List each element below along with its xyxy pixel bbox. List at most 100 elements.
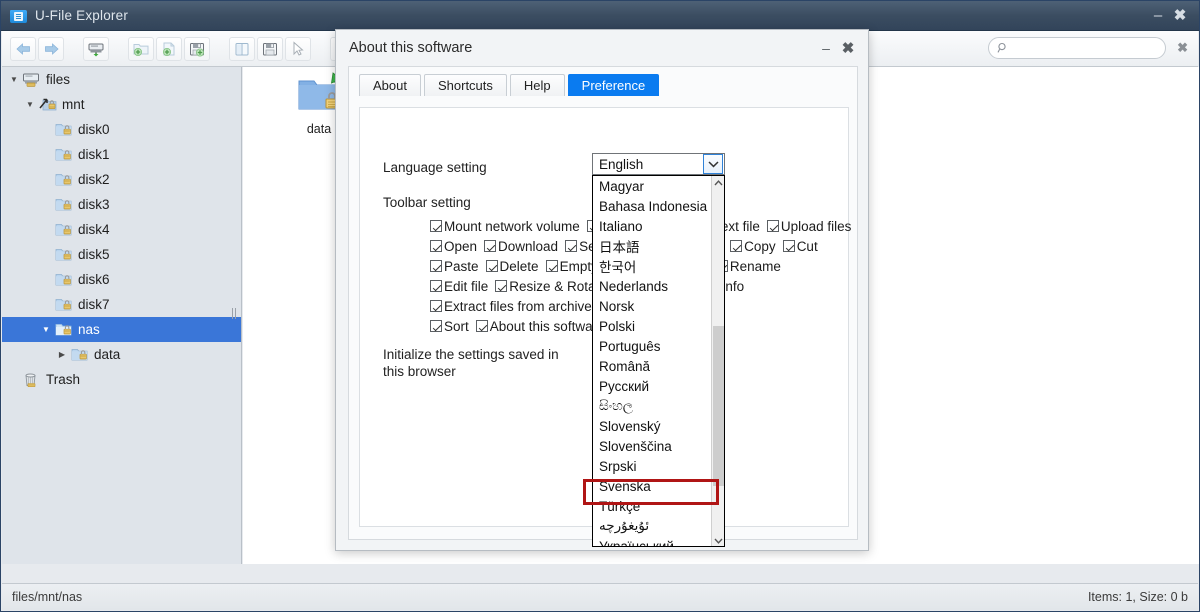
twisty-right-icon[interactable]: ▶ — [54, 350, 70, 359]
tree-item-mnt[interactable]: ▼ mnt — [2, 92, 241, 117]
language-option[interactable]: Slovenský — [593, 416, 713, 436]
language-option[interactable]: Nederlands — [593, 276, 713, 296]
checkbox-copy[interactable]: Copy — [730, 239, 776, 254]
checkbox-box[interactable] — [782, 240, 795, 252]
chevron-down-icon[interactable] — [712, 534, 724, 546]
checkbox-box[interactable] — [430, 280, 442, 292]
tree-item-disk6[interactable]: disk6 — [2, 267, 241, 292]
language-option[interactable]: Український — [593, 536, 713, 547]
back-button[interactable] — [10, 36, 36, 61]
checkbox-sort[interactable]: Sort — [430, 319, 469, 334]
language-option[interactable]: Srpski — [593, 456, 713, 476]
tab-label: Preference — [581, 78, 646, 93]
checkbox-box[interactable] — [730, 240, 743, 252]
checkbox-box[interactable] — [484, 240, 497, 252]
mount-network-volume-button[interactable] — [83, 36, 109, 61]
tab-preference[interactable]: Preference — [567, 74, 660, 96]
language-option[interactable]: Svenska — [593, 476, 713, 496]
window-minimize-button[interactable]: – — [1147, 5, 1169, 27]
checkbox-box[interactable] — [430, 220, 442, 232]
download-button[interactable] — [257, 36, 283, 61]
checkbox-rename[interactable]: Rename — [715, 259, 781, 274]
tab-label: Help — [523, 78, 551, 93]
twisty-down-icon[interactable]: ▼ — [38, 325, 54, 334]
upload-files-button[interactable] — [184, 36, 210, 61]
language-option[interactable]: Norsk — [593, 296, 713, 316]
checkbox-box[interactable] — [565, 240, 578, 252]
dialog-minimize-button[interactable]: – — [815, 37, 837, 59]
twisty-none — [38, 275, 54, 284]
tree-item-data[interactable]: ▶ data — [2, 342, 241, 367]
tree-item-disk1[interactable]: disk1 — [2, 142, 241, 167]
checkbox-box[interactable] — [475, 320, 488, 332]
twisty-down-icon[interactable]: ▼ — [6, 75, 22, 84]
language-option[interactable]: Italiano — [593, 216, 713, 236]
checkbox-cut[interactable]: Cut — [782, 239, 818, 254]
checkbox-about-this-software[interactable]: About this software — [475, 319, 605, 334]
language-option[interactable]: Magyar — [593, 176, 713, 196]
tree-item-files[interactable]: ▼ files — [2, 67, 241, 92]
tree-item-disk2[interactable]: disk2 — [2, 167, 241, 192]
checkbox-box[interactable] — [430, 300, 442, 312]
language-option[interactable]: 한국어 — [593, 256, 713, 276]
language-option[interactable]: Bahasa Indonesia — [593, 196, 713, 216]
language-option[interactable]: 日本語 — [593, 236, 713, 256]
chevron-up-icon[interactable] — [712, 176, 724, 190]
new-file-icon — [163, 42, 175, 56]
checkbox-box[interactable] — [430, 320, 442, 332]
checkbox-box[interactable] — [430, 260, 442, 272]
checkbox-box[interactable] — [495, 280, 508, 292]
checkbox-extract-files-from-archive[interactable]: Extract files from archive — [430, 299, 592, 314]
tree-item-disk0[interactable]: disk0 — [2, 117, 241, 142]
tab-shortcuts[interactable]: Shortcuts — [423, 74, 507, 96]
checkbox-open[interactable]: Open — [430, 239, 477, 254]
forward-button[interactable] — [38, 36, 64, 61]
dropdown-scrollbar[interactable] — [711, 176, 724, 546]
dialog-close-button[interactable]: ✖ — [837, 37, 859, 59]
checkbox-box[interactable] — [430, 240, 442, 252]
tree-item-disk3[interactable]: disk3 — [2, 192, 241, 217]
checkbox-delete[interactable]: Delete — [485, 259, 539, 274]
twisty-down-icon[interactable]: ▼ — [22, 100, 38, 109]
language-option[interactable]: Română — [593, 356, 713, 376]
search-box[interactable] — [988, 37, 1167, 59]
checkbox-resize-rotate[interactable]: Resize & Rotate — [495, 279, 607, 294]
tree-item-label: mnt — [62, 96, 85, 112]
checkbox-box[interactable] — [545, 260, 558, 272]
language-option[interactable]: ئۇيغۇرچە — [593, 516, 713, 536]
tree-item-label: disk4 — [78, 221, 110, 237]
checkbox-box[interactable] — [766, 220, 779, 232]
checkbox-mount-network-volume[interactable]: Mount network volume — [430, 219, 580, 234]
tree-item-disk4[interactable]: disk4 — [2, 217, 241, 242]
checkbox-box[interactable] — [485, 260, 498, 272]
new-text-file-button[interactable] — [156, 36, 182, 61]
new-folder-button[interactable] — [128, 36, 154, 61]
checkbox-edit-file[interactable]: Edit file — [430, 279, 488, 294]
chevron-down-icon[interactable] — [703, 154, 723, 174]
tree-item-disk5[interactable]: disk5 — [2, 242, 241, 267]
dropdown-scroll-thumb[interactable] — [713, 326, 724, 486]
language-option[interactable]: Slovenščina — [593, 436, 713, 456]
open-button[interactable] — [229, 36, 255, 61]
checkbox-download[interactable]: Download — [484, 239, 558, 254]
language-option[interactable]: සිංහල — [593, 396, 713, 416]
tab-about[interactable]: About — [359, 74, 421, 96]
language-option[interactable]: Русский — [593, 376, 713, 396]
select-button[interactable] — [285, 36, 311, 61]
checkbox-upload-files[interactable]: Upload files — [766, 219, 851, 234]
checkbox-paste[interactable]: Paste — [430, 259, 479, 274]
language-option[interactable]: Polski — [593, 316, 713, 336]
tree-item-nas[interactable]: ▼ nas — [2, 317, 241, 342]
language-option[interactable]: Türkçe — [593, 496, 713, 516]
language-option[interactable]: Português — [593, 336, 713, 356]
tree-item-disk7[interactable]: disk7 — [2, 292, 241, 317]
language-select[interactable]: English — [592, 153, 725, 175]
tab-help[interactable]: Help — [509, 74, 565, 96]
search-input[interactable] — [1013, 41, 1164, 55]
search-clear-button[interactable]: ✖ — [1177, 40, 1188, 56]
folder-tree-panel[interactable]: ▼ files ▼ mnt disk0 disk1 disk2 disk3 disk4… — [2, 67, 242, 564]
tree-item-trash[interactable]: Trash — [2, 367, 241, 392]
tree-resize-handle[interactable] — [232, 308, 237, 319]
window-close-button[interactable]: ✖ — [1169, 5, 1191, 27]
language-dropdown-list[interactable]: Magyar Bahasa Indonesia Italiano 日本語 한국어 Nede… — [592, 175, 725, 547]
